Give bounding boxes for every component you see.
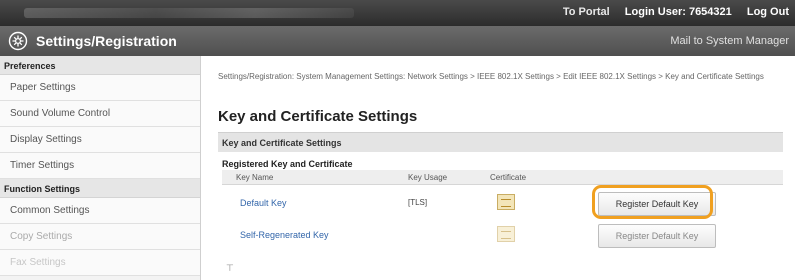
gear-icon [8, 31, 28, 51]
sidebar-item-fax-settings[interactable]: Fax Settings [0, 250, 200, 276]
key-usage-value: [TLS] [408, 198, 428, 207]
breadcrumb: Settings/Registration: System Management… [218, 72, 764, 81]
column-header-key-name: Key Name [236, 173, 274, 182]
sidebar-item-sound-volume-control[interactable]: Sound Volume Control [0, 101, 200, 127]
table-row: Default Key [TLS] Register Default Key [222, 188, 783, 218]
table-row: Self-Regenerated Key Register Default Ke… [222, 220, 783, 250]
register-default-key-button[interactable]: Register Default Key [598, 192, 716, 216]
registered-key-subtitle: Registered Key and Certificate [222, 159, 353, 169]
key-name-link[interactable]: Default Key [240, 198, 287, 208]
top-bar-links: To Portal Login User: 7654321 Log Out [551, 6, 789, 18]
key-name-link[interactable]: Self-Regenerated Key [240, 230, 329, 240]
scroll-indicator-icon: ⊤ [226, 263, 234, 273]
logout-link[interactable]: Log Out [747, 6, 789, 18]
sidebar-item-display-settings[interactable]: Display Settings [0, 127, 200, 153]
to-portal-link[interactable]: To Portal [563, 6, 610, 18]
table-header: Key Name Key Usage Certificate [222, 170, 783, 185]
section-header: Key and Certificate Settings [218, 132, 783, 152]
sidebar-section-preferences: Preferences [0, 56, 200, 75]
top-bar: To Portal Login User: 7654321 Log Out [0, 0, 795, 26]
column-header-certificate: Certificate [490, 173, 527, 182]
title-bar: Settings/Registration Mail to System Man… [0, 26, 795, 56]
sidebar-item-timer-settings[interactable]: Timer Settings [0, 153, 200, 179]
mail-system-manager-link[interactable]: Mail to System Manager [670, 35, 789, 47]
blurred-device-info [24, 8, 354, 18]
register-default-key-button[interactable]: Register Default Key [598, 224, 716, 248]
page-header-title: Settings/Registration [36, 33, 177, 49]
sidebar-section-function-settings: Function Settings [0, 179, 200, 198]
sidebar-item-copy-settings[interactable]: Copy Settings [0, 224, 200, 250]
certificate-icon[interactable] [497, 194, 515, 210]
column-header-key-usage: Key Usage [408, 173, 448, 182]
certificate-icon[interactable] [497, 226, 515, 242]
sidebar-item-common-settings[interactable]: Common Settings [0, 198, 200, 224]
sidebar-item-paper-settings[interactable]: Paper Settings [0, 75, 200, 101]
sidebar: Preferences Paper Settings Sound Volume … [0, 56, 201, 280]
login-user-label: Login User: 7654321 [624, 6, 732, 18]
page-title: Key and Certificate Settings [218, 108, 418, 125]
